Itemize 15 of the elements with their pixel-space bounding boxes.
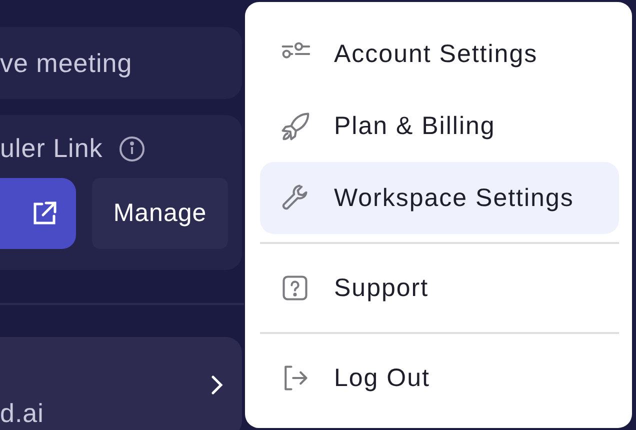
menu-item[interactable]: Plan & Billing xyxy=(260,90,619,162)
account-email: d.ai xyxy=(0,398,44,429)
info-icon[interactable] xyxy=(118,136,145,162)
menu-item[interactable]: Log Out xyxy=(260,342,619,414)
menu-item[interactable]: Account Settings xyxy=(260,18,619,90)
account-card[interactable]: d.ai xyxy=(0,337,242,430)
scheduler-title: uler Link xyxy=(0,133,103,164)
menu-item[interactable]: Support xyxy=(260,252,619,324)
meeting-card[interactable]: ve meeting xyxy=(0,27,242,99)
meeting-title: ve meeting xyxy=(0,48,132,78)
help-icon xyxy=(280,273,310,303)
rocket-icon xyxy=(280,111,310,141)
manage-button[interactable]: Manage xyxy=(92,178,228,249)
menu-item[interactable]: Workspace Settings xyxy=(260,162,619,234)
open-link-button[interactable] xyxy=(0,178,76,249)
